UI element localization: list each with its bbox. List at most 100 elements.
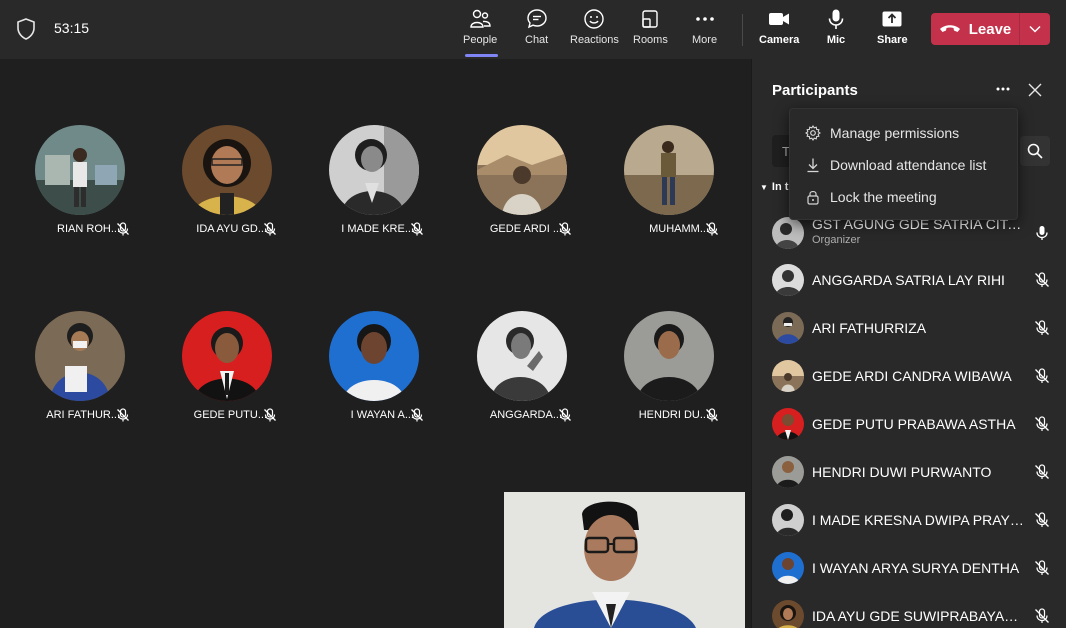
avatar — [35, 125, 125, 215]
in-meeting-section-header[interactable]: ▼ In t — [760, 181, 788, 193]
avatar — [772, 504, 804, 536]
menu-item-label: Lock the meeting — [830, 189, 937, 205]
participant-row[interactable]: ANGGARDA SATRIA LAY RIHI — [772, 260, 1057, 300]
participant-name: GEDE ARDI CANDRA WIBAWA — [812, 368, 1012, 384]
mic-off-icon — [1035, 416, 1049, 431]
more-options-icon[interactable] — [995, 81, 1011, 97]
mic-off-icon — [117, 222, 129, 236]
avatar — [772, 217, 804, 249]
avatar — [329, 311, 419, 401]
participant-tile[interactable]: I MADE KRE... — [298, 125, 438, 255]
meeting-timer: 53:15 — [54, 20, 90, 36]
participant-name: GEDE PUTU... — [193, 409, 267, 421]
microphone-icon — [1036, 226, 1048, 240]
mic-button[interactable]: Mic — [825, 8, 847, 54]
avatar — [182, 125, 272, 215]
avatar — [477, 311, 567, 401]
mic-off-icon — [706, 222, 718, 236]
participant-row[interactable]: HENDRI DUWI PURWANTO — [772, 452, 1057, 492]
participant-tile[interactable]: ANGGARDA... — [446, 311, 586, 441]
avatar — [772, 456, 804, 488]
shield-icon[interactable] — [16, 18, 36, 40]
participant-row[interactable]: IDA AYU GDE SUWIPRABAYANTI... — [772, 596, 1057, 628]
leave-button[interactable]: Leave — [931, 13, 1019, 45]
lock-meeting-menu-item[interactable]: Lock the meeting — [790, 181, 1019, 213]
participant-name: I MADE KRESNA DWIPA PRAYOGA — [812, 512, 1024, 528]
avatar — [772, 264, 804, 296]
people-label: People — [463, 34, 498, 46]
participant-name: IDA AYU GD... — [196, 223, 267, 235]
participant-name: HENDRI DU... — [638, 409, 709, 421]
participant-tile[interactable]: GEDE PUTU... — [151, 311, 291, 441]
camera-label: Camera — [759, 34, 800, 46]
participant-tile[interactable]: MUHAMM... — [593, 125, 733, 255]
participant-row[interactable]: ARI FATHURRIZA — [772, 308, 1057, 348]
menu-item-label: Download attendance list — [830, 157, 987, 173]
participant-name: I WAYAN ARYA SURYA DENTHA — [812, 560, 1020, 576]
avatar — [772, 600, 804, 628]
avatar — [624, 311, 714, 401]
mic-off-icon — [264, 408, 276, 422]
participant-name: IDA AYU GDE SUWIPRABAYANTI... — [812, 608, 1024, 624]
participant-row[interactable]: GEDE PUTU PRABAWA ASTHA — [772, 404, 1057, 444]
participant-tile[interactable]: IDA AYU GD... — [151, 125, 291, 255]
menu-item-label: Manage permissions — [830, 125, 960, 141]
participant-name: HENDRI DUWI PURWANTO — [812, 464, 992, 480]
mic-off-icon — [1035, 560, 1049, 575]
rooms-icon — [642, 10, 659, 28]
download-icon — [807, 158, 819, 173]
meeting-toolbar: 53:15 People Chat Reactions Rooms More C… — [0, 0, 1066, 59]
participant-row[interactable]: I WAYAN ARYA SURYA DENTHA — [772, 548, 1057, 588]
participant-row[interactable]: GEDE ARDI CANDRA WIBAWA — [772, 356, 1057, 396]
participant-row[interactable]: I MADE KRESNA DWIPA PRAYOGA — [772, 500, 1057, 540]
participant-tile[interactable]: I WAYAN A... — [298, 311, 438, 441]
mic-off-icon — [264, 222, 276, 236]
avatar — [624, 125, 714, 215]
mic-off-icon — [706, 408, 718, 422]
participant-tile[interactable]: ARI FATHUR... — [4, 311, 144, 441]
participants-options-menu: Manage permissions Download attendance l… — [789, 108, 1018, 220]
search-button[interactable] — [1020, 136, 1050, 166]
download-attendance-menu-item[interactable]: Download attendance list — [790, 149, 1019, 181]
mic-off-icon — [411, 222, 423, 236]
avatar — [772, 312, 804, 344]
gear-icon — [805, 125, 821, 141]
participant-tile[interactable]: HENDRI DU... — [593, 311, 733, 441]
avatar — [182, 311, 272, 401]
self-video-preview[interactable] — [504, 492, 745, 628]
hang-up-icon — [939, 25, 960, 32]
mic-off-icon — [559, 408, 571, 422]
participant-name: ANGGARDA SATRIA LAY RIHI — [812, 272, 1005, 288]
close-icon[interactable] — [1028, 83, 1042, 97]
manage-permissions-menu-item[interactable]: Manage permissions — [790, 117, 1019, 149]
participant-name: ARI FATHUR... — [46, 409, 120, 421]
leave-button-group: Leave — [931, 13, 1050, 45]
mic-off-icon — [1035, 320, 1049, 335]
participant-tile[interactable]: GEDE ARDI ... — [446, 125, 586, 255]
share-icon — [882, 11, 902, 27]
chevron-down-icon — [1029, 25, 1041, 33]
participant-name: GEDE ARDI ... — [489, 223, 562, 235]
leave-options-button[interactable] — [1020, 13, 1050, 45]
participant-name: RIAN ROH... — [57, 223, 120, 235]
reactions-button[interactable]: Reactions — [570, 8, 619, 54]
avatar — [477, 125, 567, 215]
microphone-icon — [828, 9, 844, 29]
mic-off-icon — [1035, 512, 1049, 527]
share-button[interactable]: Share — [877, 8, 908, 54]
avatar — [772, 408, 804, 440]
rooms-button[interactable]: Rooms — [633, 8, 668, 54]
toolbar-divider — [742, 14, 743, 46]
avatar — [772, 552, 804, 584]
mic-off-icon — [1035, 272, 1049, 287]
participant-tile[interactable]: RIAN ROH... — [4, 125, 144, 255]
mic-label: Mic — [826, 34, 846, 46]
participant-name: ARI FATHURRIZA — [812, 320, 927, 336]
chat-button[interactable]: Chat — [525, 8, 548, 54]
mic-off-icon — [1035, 608, 1049, 623]
people-button[interactable]: People — [463, 8, 497, 54]
camera-button[interactable]: Camera — [759, 8, 799, 54]
more-button[interactable]: More — [692, 8, 717, 54]
mic-off-icon — [411, 408, 423, 422]
reactions-icon — [584, 9, 605, 29]
